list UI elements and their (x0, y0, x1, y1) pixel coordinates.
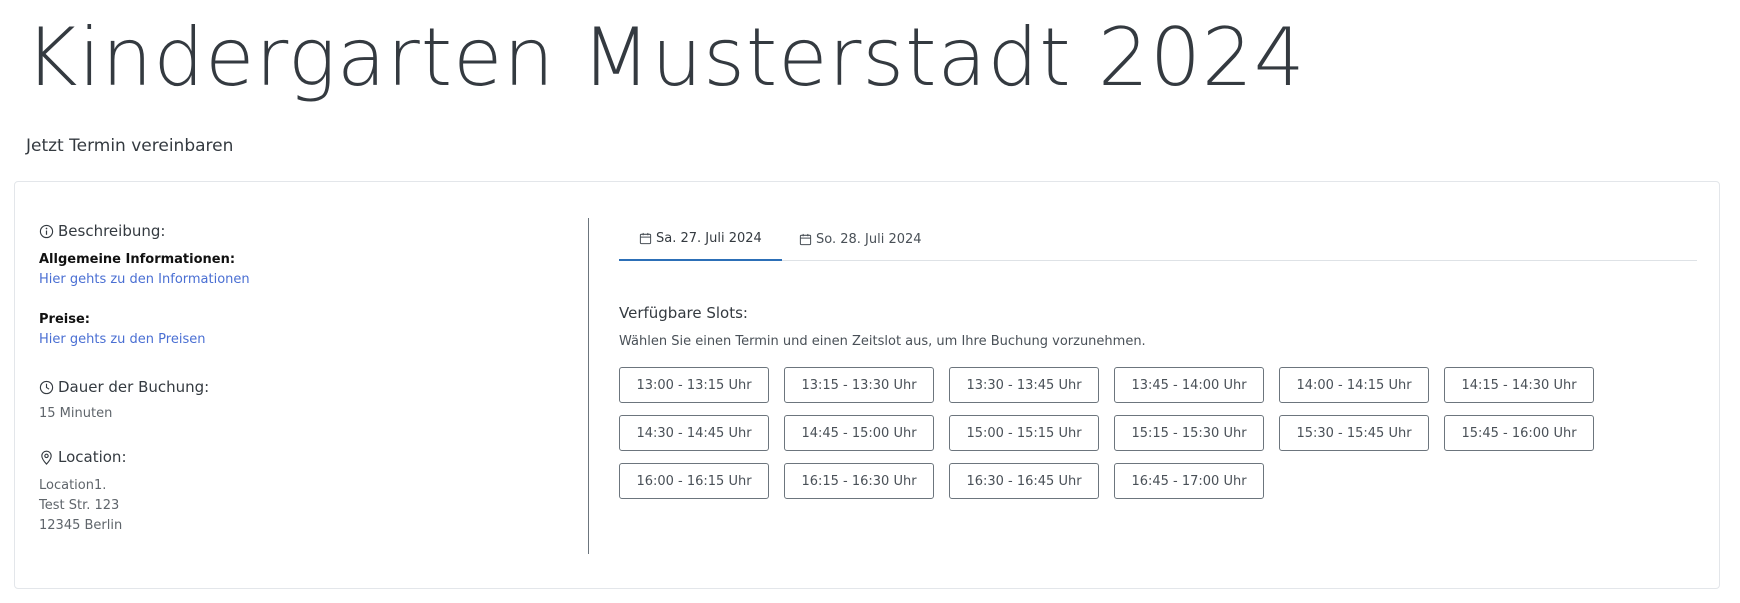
location-line: Test Str. 123 (39, 498, 120, 513)
tab-sun-28-july[interactable]: So. 28. Juli 2024 (779, 218, 942, 261)
date-tabs: Sa. 27. Juli 2024 So. 28. Juli 2024 (619, 218, 1697, 261)
slot-button[interactable]: 15:15 - 15:30 Uhr (1114, 415, 1264, 451)
slots-hint: Wählen Sie einen Termin und einen Zeitsl… (619, 334, 1146, 349)
column-divider (588, 218, 589, 554)
general-info-label: Allgemeine Informationen: (39, 252, 236, 267)
slot-button[interactable]: 13:15 - 13:30 Uhr (784, 367, 934, 403)
slot-button[interactable]: 13:45 - 14:00 Uhr (1114, 367, 1264, 403)
page-subtitle: Jetzt Termin vereinbaren (26, 136, 234, 156)
calendar-icon (639, 232, 652, 245)
location-heading: Location: (39, 448, 127, 466)
slot-button[interactable]: 15:30 - 15:45 Uhr (1279, 415, 1429, 451)
info-icon (39, 224, 54, 239)
slot-button[interactable]: 16:00 - 16:15 Uhr (619, 463, 769, 499)
booking-card: Beschreibung: Allgemeine Informationen: … (14, 181, 1720, 589)
slot-button[interactable]: 13:00 - 13:15 Uhr (619, 367, 769, 403)
location-label: Location: (58, 448, 127, 466)
slot-button[interactable]: 15:45 - 16:00 Uhr (1444, 415, 1594, 451)
slot-button[interactable]: 14:45 - 15:00 Uhr (784, 415, 934, 451)
slot-button[interactable]: 13:30 - 13:45 Uhr (949, 367, 1099, 403)
map-pin-icon (39, 450, 54, 465)
prices-label: Preise: (39, 312, 90, 327)
page-title: Kindergarten Musterstadt 2024 (25, 11, 1306, 104)
slots-title: Verfügbare Slots: (619, 304, 748, 322)
location-line: 12345 Berlin (39, 518, 123, 533)
slots-grid: 13:00 - 13:15 Uhr 13:15 - 13:30 Uhr 13:3… (619, 367, 1619, 499)
duration-value: 15 Minuten (39, 406, 113, 421)
description-label: Beschreibung: (58, 222, 166, 240)
description-heading: Beschreibung: (39, 222, 165, 240)
slot-button[interactable]: 15:00 - 15:15 Uhr (949, 415, 1099, 451)
calendar-icon (799, 233, 812, 246)
general-info-link[interactable]: Hier gehts zu den Informationen (39, 272, 250, 287)
tab-label: So. 28. Juli 2024 (816, 232, 922, 247)
slot-button[interactable]: 16:15 - 16:30 Uhr (784, 463, 934, 499)
slot-button[interactable]: 14:15 - 14:30 Uhr (1444, 367, 1594, 403)
duration-label: Dauer der Buchung: (58, 378, 210, 396)
location-line: Location1. (39, 478, 107, 493)
slot-button[interactable]: 16:30 - 16:45 Uhr (949, 463, 1099, 499)
slot-button[interactable]: 14:00 - 14:15 Uhr (1279, 367, 1429, 403)
duration-heading: Dauer der Buchung: (39, 378, 209, 396)
tab-label: Sa. 27. Juli 2024 (656, 231, 762, 246)
clock-icon (39, 380, 54, 395)
info-panel: Beschreibung: Allgemeine Informationen: … (39, 182, 559, 588)
tab-sat-27-july[interactable]: Sa. 27. Juli 2024 (619, 218, 782, 261)
slots-panel: Sa. 27. Juli 2024 So. 28. Juli 2024 Verf… (619, 182, 1699, 588)
slot-button[interactable]: 16:45 - 17:00 Uhr (1114, 463, 1264, 499)
prices-link[interactable]: Hier gehts zu den Preisen (39, 332, 205, 347)
slot-button[interactable]: 14:30 - 14:45 Uhr (619, 415, 769, 451)
